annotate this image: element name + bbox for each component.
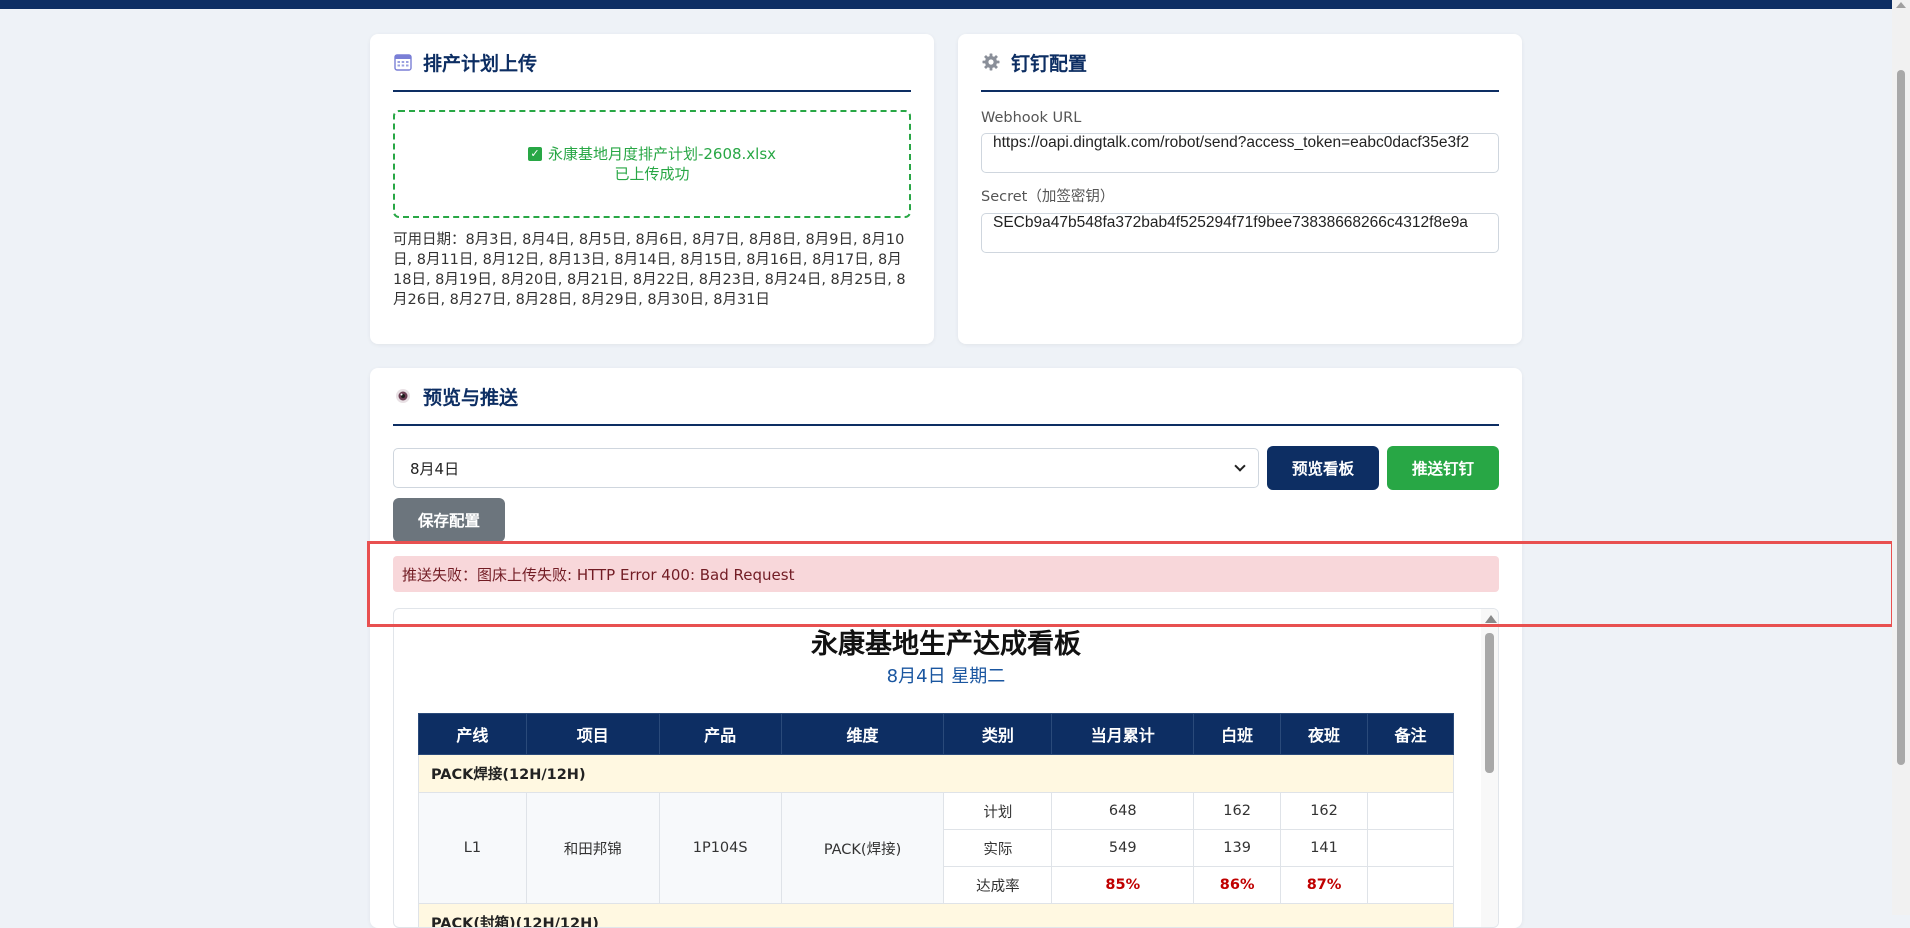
cell-dimension: PACK(焊接) xyxy=(781,793,944,904)
table-row: L1 和田邦锦 1P104S PACK(焊接) 计划 648 162 162 xyxy=(419,793,1454,830)
column-header: 产线 xyxy=(419,714,527,755)
column-header: 类别 xyxy=(944,714,1052,755)
cell-month-total: 549 xyxy=(1052,830,1194,867)
chevron-down-icon xyxy=(1234,460,1245,471)
webhook-url-input[interactable]: https://oapi.dingtalk.com/robot/send?acc… xyxy=(981,133,1499,173)
cell-day-rate: 86% xyxy=(1194,867,1281,904)
board-title: 永康基地生产达成看板 xyxy=(394,629,1498,661)
cell-day-shift: 162 xyxy=(1194,793,1281,830)
controls-row: 8月4日 预览看板 推送钉钉 xyxy=(393,446,1499,490)
upload-status: 已上传成功 xyxy=(614,164,689,184)
cell-month-rate: 85% xyxy=(1052,867,1194,904)
scroll-up-icon[interactable] xyxy=(1485,615,1497,623)
column-header: 当月累计 xyxy=(1052,714,1194,755)
upload-card: 排产计划上传 ✓ 永康基地月度排产计划-2608.xlsx 已上传成功 可用日期… xyxy=(370,34,934,344)
preview-card-title: 预览与推送 xyxy=(423,383,518,410)
save-config-button[interactable]: 保存配置 xyxy=(393,498,505,542)
scroll-thumb[interactable] xyxy=(1485,633,1494,773)
cell-note xyxy=(1368,867,1454,904)
cell-line: L1 xyxy=(419,793,527,904)
cell-note xyxy=(1368,830,1454,867)
production-table: 产线 项目 产品 维度 类别 当月累计 白班 夜班 备注 PACK焊接(12H/… xyxy=(418,713,1454,928)
selected-date: 8月4日 xyxy=(410,458,459,479)
uploaded-file-line: ✓ 永康基地月度排产计划-2608.xlsx xyxy=(528,144,776,164)
cell-project: 和田邦锦 xyxy=(526,793,659,904)
preview-scrollbar[interactable] xyxy=(1481,609,1498,927)
table-header-row: 产线 项目 产品 维度 类别 当月累计 白班 夜班 备注 xyxy=(419,714,1454,755)
column-header: 项目 xyxy=(526,714,659,755)
column-header: 备注 xyxy=(1368,714,1454,755)
secret-input[interactable]: SECb9a47b548fa372bab4f525294f71f9bee7383… xyxy=(981,213,1499,253)
uploaded-file-name: 永康基地月度排产计划-2608.xlsx xyxy=(548,144,776,164)
secret-label: Secret（加签密钥） xyxy=(981,185,1499,206)
cell-note xyxy=(1368,793,1454,830)
board-preview-frame[interactable]: 永康基地生产达成看板 8月4日 星期二 产线 项目 产品 维度 类别 当月累计 … xyxy=(393,608,1499,928)
error-message: 推送失败：图床上传失败: HTTP Error 400: Bad Request xyxy=(402,564,794,585)
upload-dropzone[interactable]: ✓ 永康基地月度排产计划-2608.xlsx 已上传成功 xyxy=(393,110,911,218)
group-row: PACK焊接(12H/12H) xyxy=(419,755,1454,793)
eye-icon xyxy=(393,386,413,406)
column-header: 产品 xyxy=(659,714,781,755)
group-row: PACK(封箱)(12H/12H) xyxy=(419,904,1454,928)
gear-icon xyxy=(981,52,1001,72)
cell-month-total: 648 xyxy=(1052,793,1194,830)
scroll-up-icon[interactable] xyxy=(1896,2,1906,8)
error-alert: 推送失败：图床上传失败: HTTP Error 400: Bad Request xyxy=(393,556,1499,592)
cell-day-shift: 139 xyxy=(1194,830,1281,867)
column-header: 维度 xyxy=(781,714,944,755)
top-accent-bar xyxy=(0,0,1892,9)
cell-product: 1P104S xyxy=(659,793,781,904)
board-date: 8月4日 星期二 xyxy=(394,665,1498,689)
available-dates: 可用日期：8月3日, 8月4日, 8月5日, 8月6日, 8月7日, 8月8日,… xyxy=(393,230,911,310)
upload-card-title: 排产计划上传 xyxy=(423,49,537,76)
page-scroll-thumb[interactable] xyxy=(1897,70,1905,765)
upload-card-header: 排产计划上传 xyxy=(393,34,911,92)
config-card-header: 钉钉配置 xyxy=(981,34,1499,92)
date-select[interactable]: 8月4日 xyxy=(393,448,1259,488)
cell-night-rate: 87% xyxy=(1281,867,1368,904)
config-card-title: 钉钉配置 xyxy=(1011,49,1087,76)
cell-category: 实际 xyxy=(944,830,1052,867)
dingtalk-config-card: 钉钉配置 Webhook URL https://oapi.dingtalk.c… xyxy=(958,34,1522,344)
column-header: 夜班 xyxy=(1281,714,1368,755)
page-scrollbar[interactable] xyxy=(1892,0,1910,915)
preview-card-header: 预览与推送 xyxy=(393,368,1499,426)
webhook-label: Webhook URL xyxy=(981,110,1499,126)
cell-category: 计划 xyxy=(944,793,1052,830)
cell-night-shift: 141 xyxy=(1281,830,1368,867)
check-icon: ✓ xyxy=(528,147,542,161)
column-header: 白班 xyxy=(1194,714,1281,755)
cell-category: 达成率 xyxy=(944,867,1052,904)
group-label: PACK(封箱)(12H/12H) xyxy=(419,904,1454,928)
cell-night-shift: 162 xyxy=(1281,793,1368,830)
push-dingtalk-button[interactable]: 推送钉钉 xyxy=(1387,446,1499,490)
group-label: PACK焊接(12H/12H) xyxy=(419,755,1454,793)
preview-board-button[interactable]: 预览看板 xyxy=(1267,446,1379,490)
preview-push-card: 预览与推送 8月4日 预览看板 推送钉钉 保存配置 推送失败：图床上传失败: H… xyxy=(370,368,1522,928)
calendar-icon xyxy=(393,52,413,72)
